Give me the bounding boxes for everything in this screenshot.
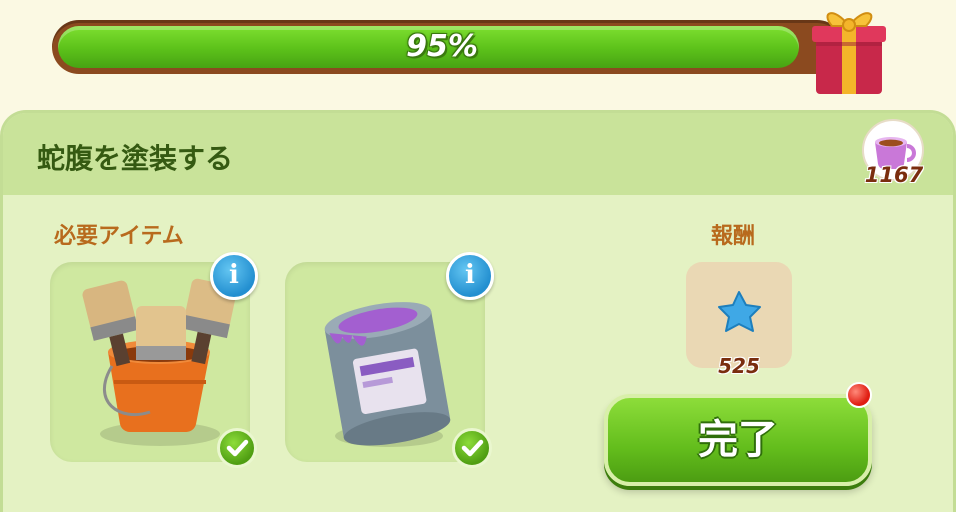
blue-star-icon [718, 291, 761, 332]
complete-button[interactable]: 完了 [604, 394, 872, 486]
item-info-button-brushes[interactable]: i [210, 252, 258, 300]
gift-box-icon[interactable] [798, 0, 898, 100]
tea-cup-count: 1167 [864, 163, 924, 187]
required-items-label: 必要アイテム [54, 224, 184, 249]
notification-dot [846, 382, 872, 408]
progress-percent: 95% [406, 29, 478, 64]
reward-amount: 525 [718, 354, 760, 378]
collected-check-icon [217, 428, 257, 468]
reward-slot [686, 262, 792, 368]
item-info-button-paint-can[interactable]: i [446, 252, 494, 300]
task-title: 蛇腹を塗装する [37, 142, 234, 175]
collected-check-icon [452, 428, 492, 468]
reward-label: 報酬 [711, 224, 756, 249]
progress-bar: 95% [52, 20, 844, 74]
